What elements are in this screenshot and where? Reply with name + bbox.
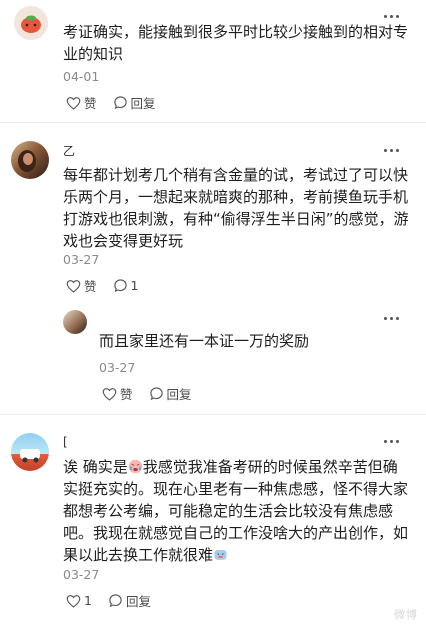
more-dots-icon[interactable]: [381, 437, 401, 445]
like-label: 赞: [84, 96, 97, 111]
like-button[interactable]: 1: [66, 593, 92, 608]
username[interactable]: [: [63, 435, 68, 449]
divider: [0, 122, 426, 123]
like-button[interactable]: 赞: [102, 384, 133, 403]
tired-face-emoji: [214, 550, 227, 560]
divider: [0, 414, 426, 415]
comment-text: 诶 确实是 我感觉我准备考研的时候虽然辛苦但确实挺充实的。现在心里老有一种焦虑感，…: [63, 456, 408, 566]
heart-icon: [102, 387, 117, 401]
reply-label: 回复: [166, 387, 192, 402]
reply-button[interactable]: 回复: [113, 93, 156, 112]
like-button[interactable]: 赞: [66, 93, 97, 112]
comment-bubble-icon: [109, 594, 122, 608]
heart-icon: [66, 279, 81, 293]
comment-date: 03-27: [63, 252, 100, 267]
avatar[interactable]: [11, 141, 49, 179]
reply-button[interactable]: 1: [113, 278, 139, 293]
reply-button[interactable]: 回复: [149, 384, 192, 403]
reply-label: 回复: [125, 594, 151, 609]
comment-actions: 1 回复: [66, 591, 167, 610]
avatar[interactable]: [63, 310, 87, 334]
comment-bubble-icon: [113, 96, 127, 110]
avatar[interactable]: [14, 6, 48, 40]
reply-count: 1: [130, 278, 139, 293]
comment-bubble-icon: [149, 387, 163, 401]
comment-date: 04-01: [63, 69, 100, 84]
comment-actions: 赞 回复: [66, 93, 172, 112]
like-button[interactable]: 赞: [66, 276, 97, 295]
more-dots-icon[interactable]: [381, 146, 401, 154]
comment-date: 03-27: [63, 567, 100, 582]
heart-icon: [66, 96, 81, 110]
comment-text: 考证确实，能接触到很多平时比较少接触到的相对专业的知识: [63, 23, 409, 63]
comment-date: 03-27: [99, 360, 136, 375]
reply-button[interactable]: 回复: [108, 591, 151, 610]
heart-icon: [66, 594, 81, 608]
username[interactable]: 乙: [63, 142, 75, 159]
comment-actions: 赞 1: [66, 276, 154, 295]
crying-face-emoji: [128, 459, 143, 474]
comment-text-part: 诶 确实是: [63, 458, 128, 476]
like-count: 1: [84, 593, 92, 608]
comment-text: 每年都计划考几个稍有含金量的试，考试过了可以快乐两个月，一想起来就暗爽的那种，考…: [63, 166, 409, 250]
like-label: 赞: [84, 279, 97, 294]
watermark: 微博: [394, 608, 418, 621]
comment-actions: 赞 回复: [102, 384, 208, 403]
more-dots-icon[interactable]: [381, 12, 401, 20]
like-label: 赞: [120, 387, 133, 402]
reply-label: 回复: [130, 96, 156, 111]
comment-bubble-icon: [113, 279, 127, 293]
avatar[interactable]: [11, 433, 49, 471]
more-dots-icon[interactable]: [381, 314, 401, 322]
comment-text: 而且家里还有一本证一万的奖励: [99, 332, 310, 350]
